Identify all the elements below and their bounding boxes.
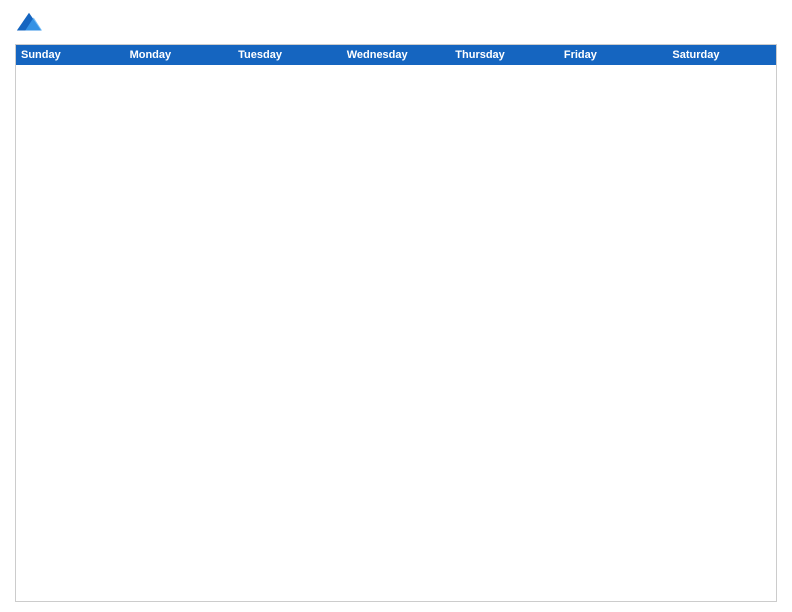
header-day-friday: Friday [559,45,668,65]
logo [15,10,47,38]
page: SundayMondayTuesdayWednesdayThursdayFrid… [0,0,792,612]
logo-icon [15,10,43,38]
calendar-header: SundayMondayTuesdayWednesdayThursdayFrid… [16,45,776,65]
header-day-thursday: Thursday [450,45,559,65]
header [15,10,777,38]
header-day-wednesday: Wednesday [342,45,451,65]
header-day-saturday: Saturday [667,45,776,65]
header-day-tuesday: Tuesday [233,45,342,65]
calendar-body [16,65,776,601]
header-day-monday: Monday [125,45,234,65]
header-day-sunday: Sunday [16,45,125,65]
calendar: SundayMondayTuesdayWednesdayThursdayFrid… [15,44,777,602]
